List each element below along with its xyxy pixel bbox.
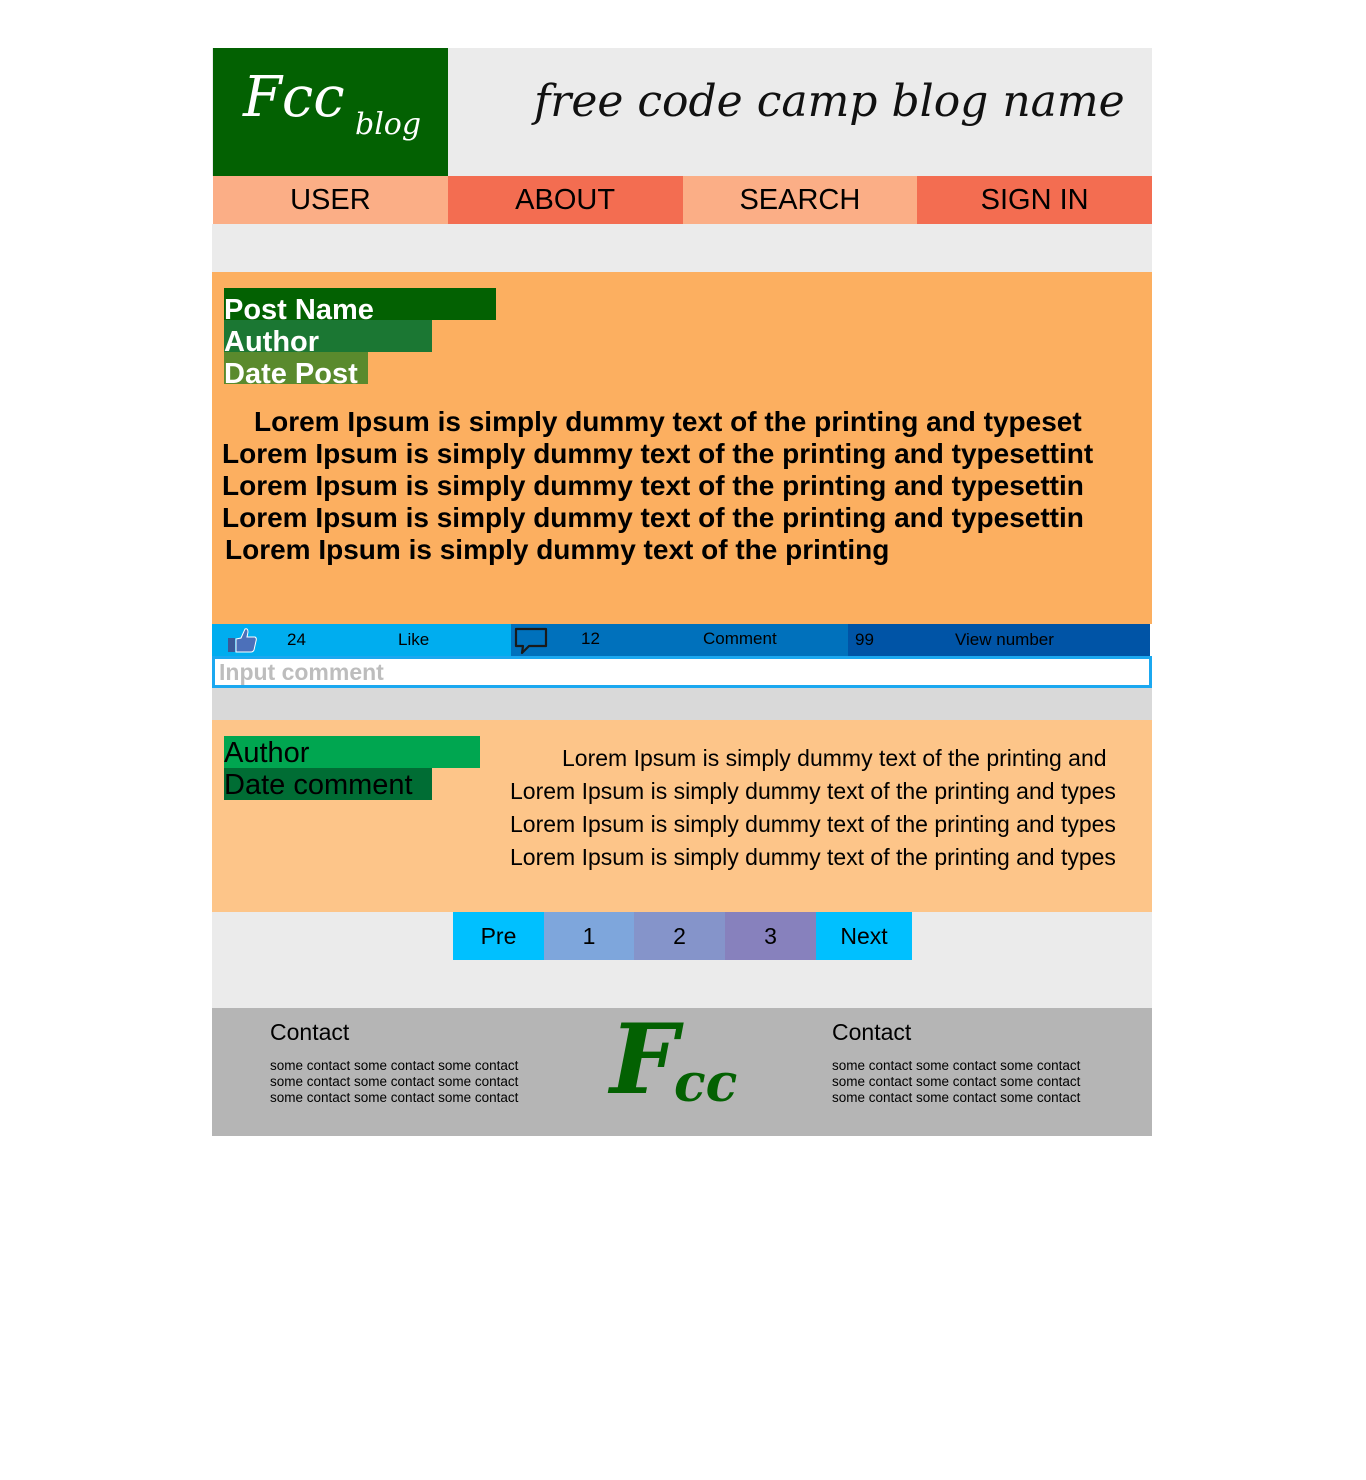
footer-contact-left: Contact some contact some contact some c… (270, 1018, 518, 1106)
like-button[interactable]: 24 Like (212, 624, 511, 656)
post-author[interactable]: Author (224, 320, 432, 358)
like-count: 24 (287, 630, 306, 649)
post-date: Date Post (224, 352, 368, 390)
comment-count: 12 (581, 629, 600, 648)
pagination-page-3[interactable]: 3 (725, 912, 816, 960)
pagination-area: Pre 1 2 3 Next (212, 912, 1152, 1008)
comment-body-line: Lorem Ipsum is simply dummy text of the … (510, 844, 1116, 870)
main-nav: USER ABOUT SEARCH SIGN IN (213, 176, 1152, 224)
nav-item-sign-in[interactable]: SIGN IN (917, 176, 1152, 224)
post-body-line: Lorem Ipsum is simply dummy text of the … (222, 438, 1094, 469)
comment-body-line: Lorem Ipsum is simply dummy text of the … (510, 811, 1116, 837)
comment-body-line: Lorem Ipsum is simply dummy text of the … (562, 745, 1107, 771)
comment-input[interactable] (215, 659, 1149, 685)
logo[interactable]: Fcc blog (213, 48, 448, 176)
footer-contact-line: some contact some contact some contact (270, 1058, 519, 1073)
comment-date: Date comment (224, 768, 432, 801)
comment-label: Comment (703, 629, 777, 648)
blog-title: free code camp blog name (534, 76, 1125, 127)
pagination-next-button[interactable]: Next (816, 912, 912, 960)
footer-contact-line: some contact some contact some contact (270, 1074, 519, 1089)
nav-spacer (212, 224, 1152, 272)
footer-logo-big: F (610, 1003, 679, 1116)
logo-main-text: Fcc (243, 65, 345, 130)
post-body-line: Lorem Ipsum is simply dummy text of the … (222, 502, 1084, 533)
comment-button[interactable]: 12 Comment (511, 624, 848, 656)
footer-contact-line: some contact some contact some contact (832, 1074, 1081, 1089)
footer-contact-line: some contact some contact some contact (832, 1090, 1081, 1105)
post-stats-bar: 24 Like 12 Comment 99 View number (212, 624, 1152, 656)
post-body-line: Lorem Ipsum is simply dummy text of the … (254, 406, 1082, 437)
post-body-line: Lorem Ipsum is simply dummy text of the … (222, 470, 1084, 501)
pagination-prev-button[interactable]: Pre (453, 912, 544, 960)
comment-body-line: Lorem Ipsum is simply dummy text of the … (510, 778, 1116, 804)
post-body-line: Lorem Ipsum is simply dummy text of the … (225, 534, 890, 565)
comment: Author Date comment Lorem Ipsum is simpl… (212, 720, 1152, 912)
footer-contact-title: Contact (832, 1019, 912, 1045)
speech-bubble-icon (513, 626, 549, 661)
view-counter: 99 View number (848, 624, 1150, 656)
comment-body: Lorem Ipsum is simply dummy text of the … (510, 742, 1148, 874)
pagination-page-1[interactable]: 1 (544, 912, 634, 960)
comment-input-container (212, 656, 1152, 688)
footer-contact-title: Contact (270, 1019, 350, 1045)
like-label: Like (398, 630, 430, 649)
nav-item-about[interactable]: ABOUT (447, 176, 683, 224)
pagination: Pre 1 2 3 Next (453, 912, 912, 960)
view-label: View number (955, 630, 1054, 649)
post-body: Lorem Ipsum is simply dummy text of the … (222, 406, 1150, 566)
nav-item-user[interactable]: USER (213, 176, 448, 224)
pagination-page-2[interactable]: 2 (634, 912, 725, 960)
nav-item-search[interactable]: SEARCH (682, 176, 918, 224)
comment-author[interactable]: Author (224, 736, 480, 769)
comment-spacer (212, 688, 1152, 720)
post-name[interactable]: Post Name (224, 288, 496, 326)
footer-contact-line: some contact some contact some contact (832, 1058, 1081, 1073)
post: Post Name Author Date Post Lorem Ipsum i… (212, 272, 1152, 624)
footer-logo-small: cc (674, 1053, 738, 1114)
footer-contact-right: Contact some contact some contact some c… (832, 1018, 1080, 1106)
footer: Contact some contact some contact some c… (212, 1008, 1152, 1136)
footer-contact-line: some contact some contact some contact (270, 1090, 519, 1105)
view-count: 99 (855, 630, 874, 649)
page: Fcc blog free code camp blog name USER A… (212, 48, 1152, 1136)
thumbs-up-icon (226, 626, 258, 659)
logo-sub-text: blog (355, 107, 422, 142)
header: Fcc blog free code camp blog name (212, 48, 1152, 176)
